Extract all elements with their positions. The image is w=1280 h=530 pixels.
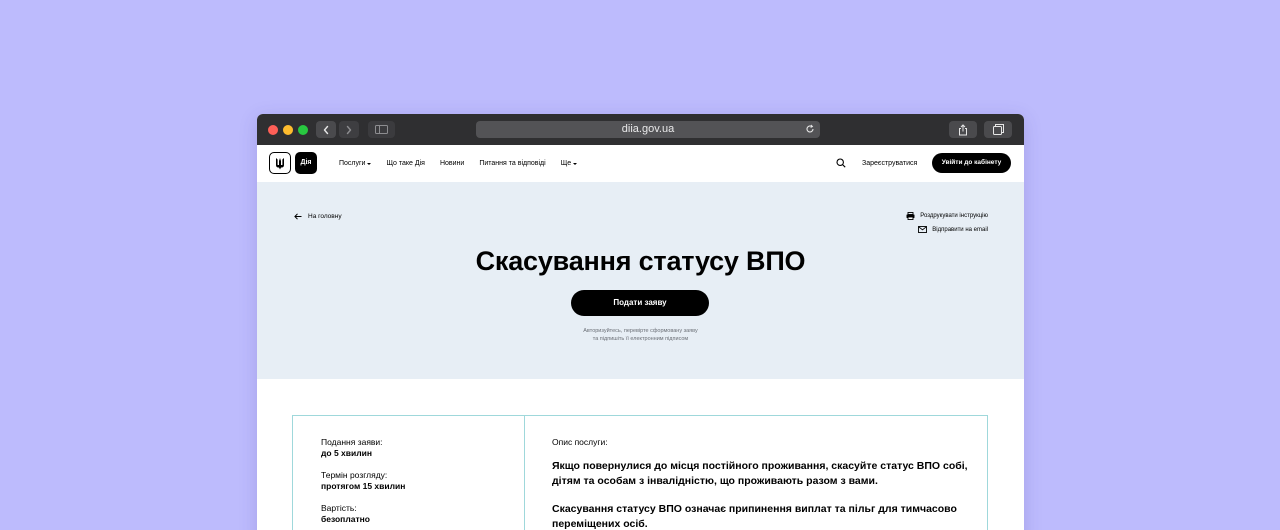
nav-item-label: Ще — [560, 160, 572, 167]
browser-titlebar: diia.gov.ua — [257, 114, 1024, 145]
maximize-window-button[interactable] — [298, 125, 308, 135]
service-info-card: Подання заяви: до 5 хвилин Термін розгля… — [292, 415, 988, 530]
service-details: Подання заяви: до 5 хвилин Термін розгля… — [257, 379, 1024, 530]
login-button[interactable]: Увійти до кабінету — [932, 153, 1011, 173]
fact-label: Термін розгляду: — [321, 470, 388, 480]
fact-item: Подання заяви: до 5 хвилин — [321, 437, 405, 459]
nav-item-about[interactable]: Що таке Дія — [386, 160, 425, 167]
address-bar[interactable]: diia.gov.ua — [476, 121, 820, 138]
fact-item: Вартість: безоплатно — [321, 503, 405, 525]
nav-item-label: Послуги — [339, 160, 366, 167]
authorization-hint: Авторизуйтесь, перевірте сформовану заяв… — [257, 327, 1024, 343]
nav-item-label: Питання та відповіді — [479, 160, 546, 167]
site-header: Дія Послуги Що таке Дія Новини Питання т… — [257, 145, 1024, 182]
chevron-right-icon — [346, 125, 352, 134]
service-description: Опис послуги: Якщо повернулися до місця … — [552, 437, 972, 530]
nav-item-services[interactable]: Послуги — [339, 160, 372, 167]
submit-application-button[interactable]: Подати заяву — [571, 290, 709, 316]
share-icon — [959, 123, 967, 135]
fact-label: Вартість: — [321, 503, 357, 513]
forward-button[interactable] — [339, 121, 359, 138]
nav-item-more[interactable]: Ще — [560, 160, 578, 167]
tabs-icon — [992, 124, 1004, 135]
send-email-link[interactable]: Відправити на email — [918, 226, 988, 233]
nav-item-label: Новини — [439, 160, 465, 167]
register-link[interactable]: Зареєструватися — [862, 145, 917, 182]
back-to-home-link[interactable]: На головну — [294, 213, 342, 220]
sidebar-icon — [375, 125, 388, 134]
description-label: Опис послуги: — [552, 437, 608, 447]
fact-label: Подання заяви: — [321, 437, 383, 447]
nav-item-faq[interactable]: Питання та відповіді — [479, 160, 545, 167]
close-window-button[interactable] — [268, 125, 278, 135]
caret-down-icon — [367, 162, 372, 165]
hint-line: Авторизуйтесь, перевірте сформовану заяв… — [583, 328, 698, 334]
chevron-left-icon — [323, 125, 329, 134]
service-hero: На головну Роздрукувати інструкцію Відпр… — [257, 182, 1024, 379]
fact-value: протягом 15 хвилин — [321, 481, 406, 491]
service-facts: Подання заяви: до 5 хвилин Термін розгля… — [321, 437, 405, 530]
search-icon[interactable] — [836, 158, 846, 168]
reload-icon[interactable] — [805, 124, 815, 134]
tabs-overview-button[interactable] — [984, 121, 1012, 138]
description-paragraph: Якщо повернулися до місця постійного про… — [552, 460, 968, 487]
diia-logo[interactable]: Дія — [295, 152, 317, 174]
printer-icon — [906, 212, 915, 220]
hint-line: та підпишіть її електронним підписом — [592, 336, 689, 342]
nav-item-label: Що таке Дія — [386, 160, 425, 167]
email-link-label: Відправити на email — [932, 226, 988, 233]
card-divider — [524, 416, 525, 530]
caret-down-icon — [573, 162, 578, 165]
back-button[interactable] — [316, 121, 336, 138]
arrow-left-icon — [294, 213, 302, 220]
main-nav: Послуги Що таке Дія Новини Питання та ві… — [339, 145, 592, 182]
print-link-label: Роздрукувати інструкцію — [920, 213, 988, 219]
nav-item-news[interactable]: Новини — [440, 160, 464, 167]
fact-item: Термін розгляду: протягом 15 хвилин — [321, 470, 405, 492]
page-title: Скасування статусу ВПО — [475, 246, 806, 276]
trident-icon — [276, 157, 284, 169]
emblem-logo[interactable] — [269, 152, 291, 174]
url-text: diia.gov.ua — [621, 123, 675, 135]
fact-value: до 5 хвилин — [321, 448, 372, 458]
fact-value: безоплатно — [321, 514, 370, 524]
minimize-window-button[interactable] — [283, 125, 293, 135]
sidebar-toggle-button[interactable] — [368, 121, 395, 138]
description-paragraph: Скасування статусу ВПО означає припиненн… — [552, 503, 957, 530]
mail-icon — [918, 226, 928, 233]
back-link-label: На головну — [308, 213, 342, 220]
share-button[interactable] — [949, 121, 977, 138]
print-instruction-link[interactable]: Роздрукувати інструкцію — [906, 212, 988, 220]
browser-window: diia.gov.ua Дія Послуги Що таке Дія Нови… — [257, 114, 1024, 530]
